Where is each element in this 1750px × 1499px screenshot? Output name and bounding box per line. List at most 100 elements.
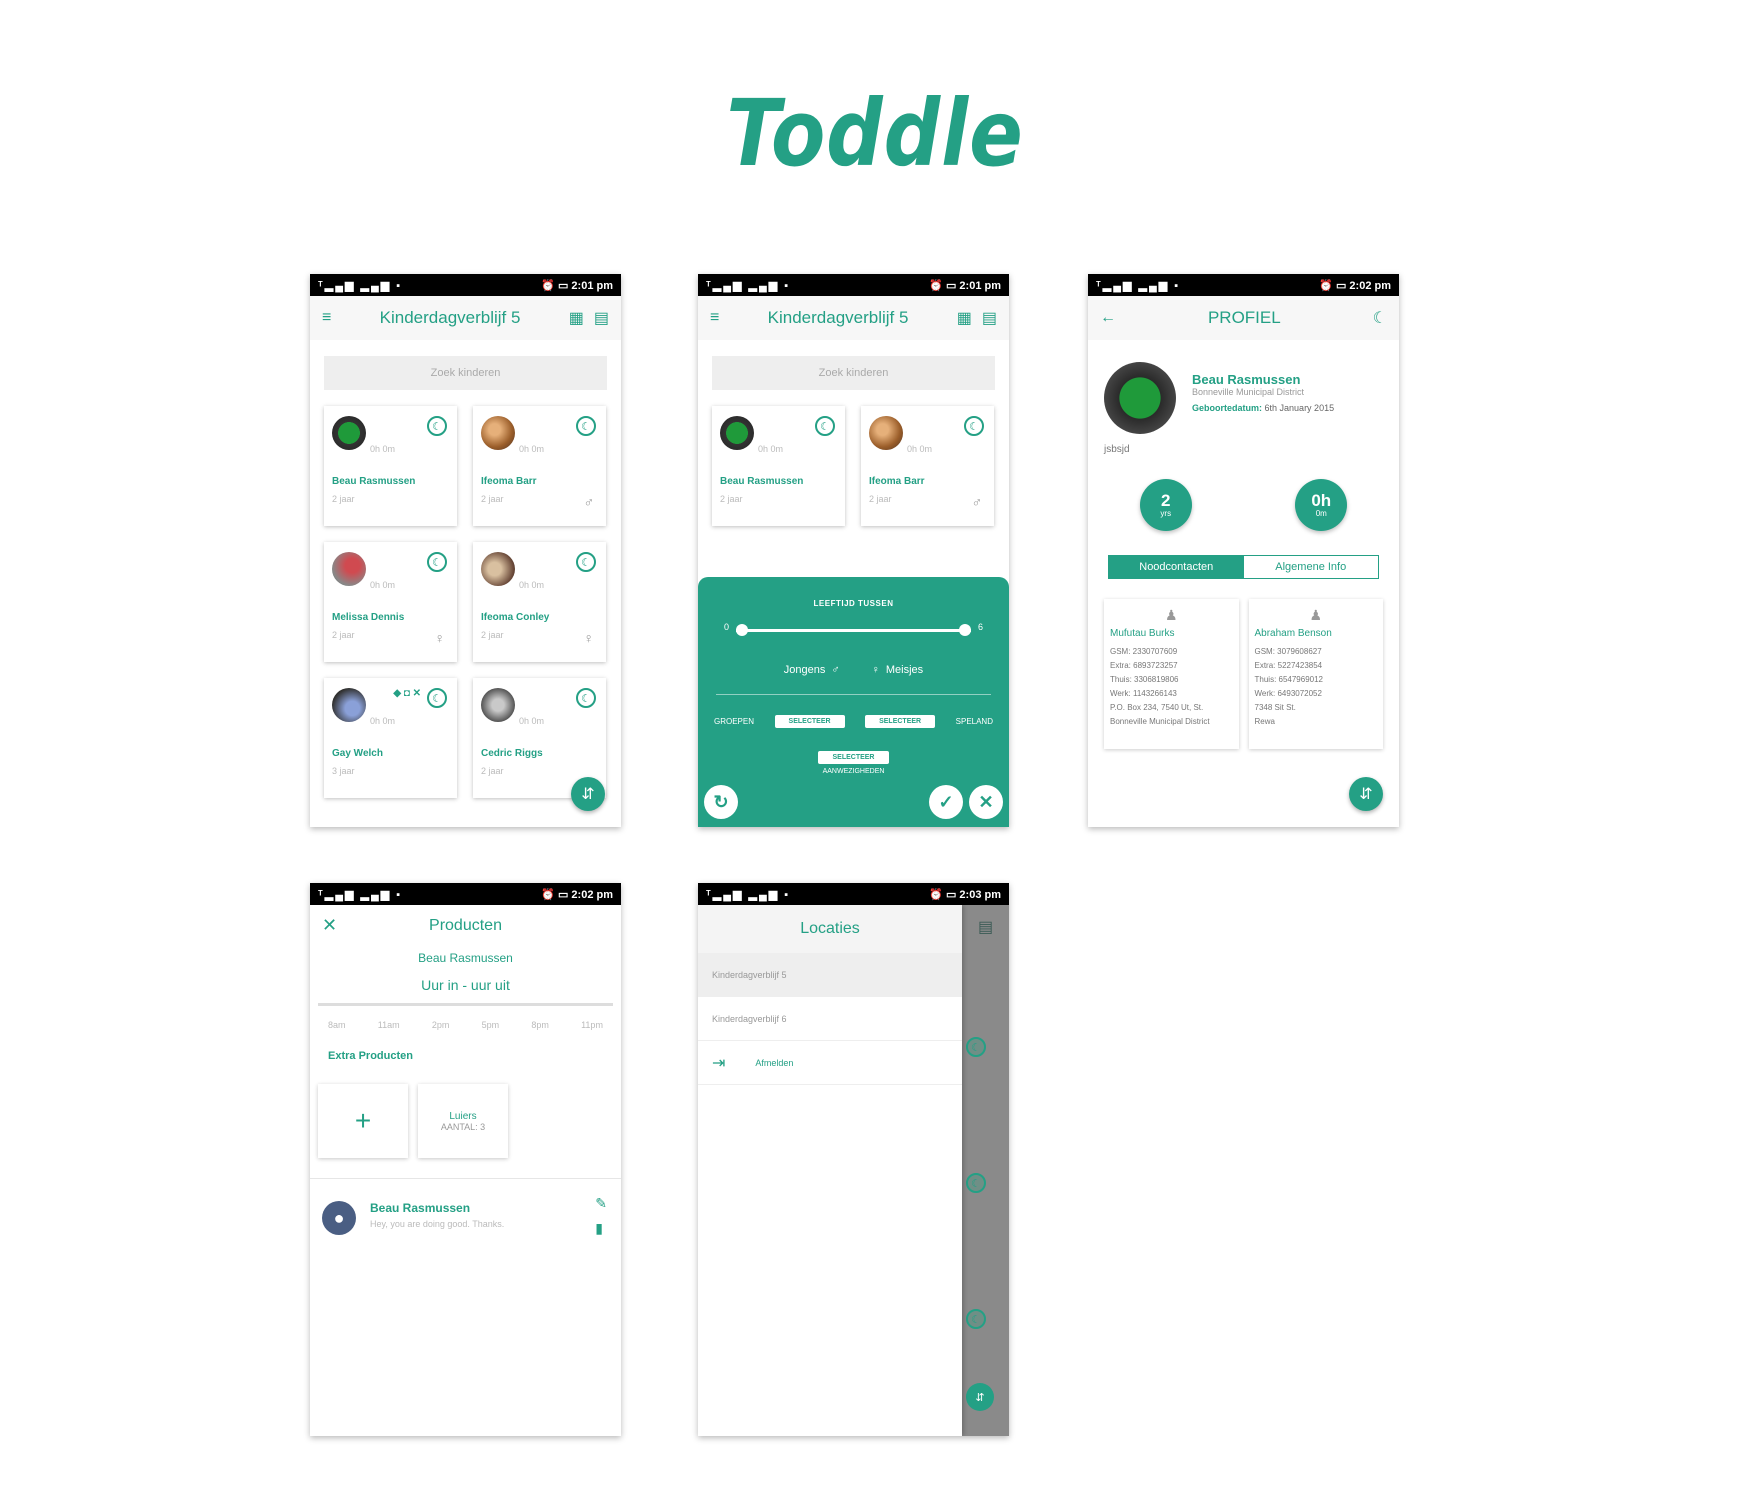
child-age: 2 jaar <box>481 494 504 504</box>
child-card[interactable]: 0h 0m ☾ Beau Rasmussen 2 jaar <box>712 406 845 526</box>
battery-icon: ▭ <box>1335 279 1347 292</box>
child-card[interactable]: 0h 0m ☾ Ifeoma Conley 2 jaar ♀ <box>473 542 606 662</box>
logout-button[interactable]: ⇥ Afmelden <box>698 1041 962 1085</box>
child-card[interactable]: 0h 0m ☾ Melissa Dennis 2 jaar ♀ <box>324 542 457 662</box>
avatar <box>481 552 515 586</box>
child-hours: 0h 0m <box>370 580 396 590</box>
search-input[interactable]: Zoek kinderen <box>712 356 995 390</box>
sort-menu-icon[interactable]: ≡ <box>710 309 719 327</box>
plus-icon: + <box>354 1105 372 1136</box>
grid-view-icon[interactable]: ▦ <box>957 308 972 328</box>
reset-button[interactable]: ↻ <box>704 785 738 819</box>
child-age: 2 jaar <box>481 630 504 640</box>
child-card[interactable]: 0h 0m ☾ Beau Rasmussen 2 jaar <box>324 406 457 526</box>
filter-sheet: LEEFTIJD TUSSEN 0 6 Jongens ♂ ♀ Meisjes GR… <box>698 577 1009 827</box>
status-bar: ᵀ▂▄▆ ▂▄▆ ▪ ⏰ ▭ 2:02 pm <box>1088 274 1399 296</box>
screen-products: ᵀ▂▄▆ ▂▄▆ ▪ ⏰ ▭ 2:02 pm ✕ Producten Beau … <box>310 883 621 1436</box>
contact-home: Thuis: 3306819806 <box>1110 675 1179 684</box>
comment-text: Hey, you are doing good. Thanks. <box>370 1219 505 1229</box>
sort-menu-icon[interactable]: ≡ <box>322 309 331 327</box>
contact-gsm: GSM: 3079608627 <box>1254 647 1322 656</box>
alarm-icon: ⏰ <box>929 888 943 901</box>
moon-icon[interactable]: ☾ <box>815 416 835 436</box>
contact-card[interactable]: ♟ Abraham Benson GSM: 3079608627 Extra: … <box>1249 599 1384 749</box>
logout-icon: ⇥ <box>712 1054 726 1072</box>
contact-name: Abraham Benson <box>1254 628 1332 639</box>
contact-work: Werk: 6493072052 <box>1254 689 1322 698</box>
girl-icon: ♀ <box>434 630 446 646</box>
child-hours: 0h 0m <box>519 580 545 590</box>
close-icon[interactable]: ✕ <box>322 915 337 936</box>
moon-icon[interactable]: ☾ <box>427 416 447 436</box>
list-view-icon[interactable]: ▤ <box>982 308 997 328</box>
child-card[interactable]: 0h 0m ☾ Ifeoma Barr 2 jaar ♂ <box>473 406 606 526</box>
contact-address: 7348 Sit St. <box>1254 703 1296 712</box>
apply-button[interactable]: ✓ <box>929 785 963 819</box>
close-button[interactable]: ✕ <box>969 785 1003 819</box>
girls-toggle[interactable]: ♀ Meisjes <box>872 664 924 676</box>
child-card[interactable]: 0h 0m ◆ ◘ ✕ ☾ Gay Welch 3 jaar <box>324 678 457 798</box>
tab-general-info[interactable]: Algemene Info <box>1244 556 1379 578</box>
back-icon[interactable]: ← <box>1100 309 1116 327</box>
moon-icon[interactable]: ☾ <box>427 552 447 572</box>
extra-products-heading: Extra Producten <box>328 1050 413 1062</box>
contact-card[interactable]: ♟ Mufutau Burks GSM: 2330707609 Extra: 6… <box>1104 599 1239 749</box>
time-label: 2pm <box>431 1020 450 1030</box>
location-item[interactable]: Kinderdagverblijf 6 <box>698 997 962 1041</box>
child-card[interactable]: 0h 0m ☾ Ifeoma Barr 2 jaar ♂ <box>861 406 994 526</box>
moon-icon[interactable]: ☾ <box>427 688 447 708</box>
slider-max-handle[interactable] <box>959 624 971 636</box>
child-name: Ifeoma Barr <box>481 476 537 487</box>
moon-icon[interactable]: ☾ <box>576 416 596 436</box>
search-input[interactable]: Zoek kinderen <box>324 356 607 390</box>
select-groups-button[interactable]: SELECTEER <box>774 715 845 728</box>
filter-fab[interactable]: ⇵ <box>571 777 605 811</box>
moon-icon[interactable]: ☾ <box>964 416 984 436</box>
moon-icon[interactable]: ☾ <box>576 552 596 572</box>
tab-emergency-contacts[interactable]: Noodcontacten <box>1109 556 1244 578</box>
time-label: 8pm <box>531 1020 549 1030</box>
boys-toggle[interactable]: Jongens ♂ <box>784 664 840 676</box>
select-attendance-button[interactable]: SELECTEER <box>818 751 889 764</box>
time-label: 11am <box>377 1020 400 1030</box>
trash-icon[interactable]: ▮ <box>595 1220 607 1237</box>
locations-drawer: Locaties Kinderdagverblijf 5 Kinderdagve… <box>698 905 962 1436</box>
moon-icon[interactable]: ☾ <box>1373 308 1387 328</box>
alarm-icon: ⏰ <box>929 279 943 292</box>
child-age: 2 jaar <box>869 494 892 504</box>
avatar <box>869 416 903 450</box>
moon-icon: ☾ <box>966 1037 986 1057</box>
child-age: 2 jaar <box>332 630 355 640</box>
age-bubble: 2 yrs <box>1139 479 1192 531</box>
age-range-slider[interactable]: 0 6 <box>724 620 983 640</box>
location-item[interactable]: Kinderdagverblijf 5 <box>698 953 962 997</box>
edit-icon[interactable]: ✎ <box>595 1195 607 1212</box>
avatar <box>332 552 366 586</box>
birth-date: Geboortedatum: 6th January 2015 <box>1192 403 1334 413</box>
status-right: ⏰ ▭ 2:03 pm <box>929 888 1001 901</box>
child-hours: 0h 0m <box>519 716 545 726</box>
age-unit: yrs <box>1160 508 1172 518</box>
girl-icon: ♀ <box>871 664 880 676</box>
slider-min-handle[interactable] <box>736 624 748 636</box>
play-label: SPELAND <box>955 717 993 726</box>
person-icon: ♟ <box>1309 607 1323 623</box>
app-bar: ≡ Kinderdagverblijf 5 ▦ ▤ <box>698 296 1009 340</box>
add-product-button[interactable]: + <box>318 1084 408 1158</box>
product-card[interactable]: Luiers AANTAL: 3 <box>418 1084 508 1158</box>
birth-date-label: Geboortedatum: <box>1192 403 1263 413</box>
filter-fab[interactable]: ⇵ <box>1349 777 1383 811</box>
child-hours: 0h 0m <box>519 444 545 454</box>
screen-filter-sheet: ᵀ▂▄▆ ▂▄▆ ▪ ⏰ ▭ 2:01 pm ≡ Kinderdagverbli… <box>698 274 1009 827</box>
brand-title: Toddle <box>726 80 1024 187</box>
moon-icon[interactable]: ☾ <box>576 688 596 708</box>
select-play-button[interactable]: SELECTEER <box>865 715 936 728</box>
list-view-icon[interactable]: ▤ <box>594 308 609 328</box>
battery-icon: ▭ <box>557 888 569 901</box>
dimmed-background[interactable]: ▤ ☾ ☾ ☾ ⇵ <box>962 905 1009 1436</box>
hours-range[interactable]: Uur in - uur uit <box>310 977 621 993</box>
grid-view-icon[interactable]: ▦ <box>569 308 584 328</box>
child-age: 2 jaar <box>481 766 504 776</box>
screen-children-list: ᵀ▂▄▆ ▂▄▆ ▪ ⏰ ▭ 2:01 pm ≡ Kinderdagverbli… <box>310 274 621 827</box>
status-right: ⏰ ▭ 2:01 pm <box>929 279 1001 292</box>
